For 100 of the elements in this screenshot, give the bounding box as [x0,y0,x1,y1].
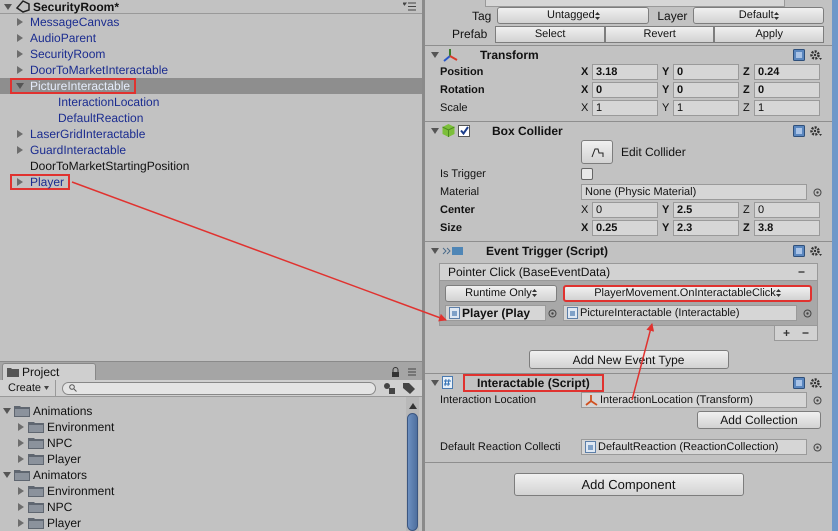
prefab-button[interactable]: Apply [714,26,824,42]
number-field[interactable]: 0 [673,82,739,98]
function-dropdown[interactable]: PlayerMovement.OnInteractableClick [563,284,812,302]
object-picker-icon[interactable] [813,188,822,196]
axis-label: Y [662,64,670,80]
property-label: Scale [440,100,469,116]
expand-arrow-icon[interactable] [17,519,25,527]
expand-arrow-icon[interactable] [16,82,24,90]
create-dropdown[interactable]: Create [2,380,56,396]
hierarchy-item[interactable]: GuardInteractable [10,142,132,158]
prefab-button[interactable]: Select [495,26,605,42]
folder-item[interactable]: Animators [0,467,406,483]
expand-arrow-icon[interactable] [16,178,24,186]
collapse-arrow-icon[interactable] [431,378,439,386]
scrollbar[interactable] [406,397,419,531]
tag-icon[interactable] [402,382,416,394]
hierarchy-item[interactable]: Player [10,174,70,190]
settings-icon[interactable] [809,244,822,256]
hierarchy-item[interactable]: DoorToMarketInteractable [10,62,174,78]
expand-arrow-icon[interactable] [17,455,25,463]
is-trigger-checkbox[interactable] [581,168,593,180]
expand-arrow-icon[interactable] [17,487,25,495]
hierarchy-item[interactable]: MessageCanvas [10,14,126,30]
hierarchy-item[interactable]: SecurityRoom [10,46,112,62]
folder-item[interactable]: NPC [0,435,406,451]
runtime-dropdown[interactable]: Runtime Only [445,284,557,302]
lock-icon[interactable] [391,367,400,377]
number-field[interactable]: 1 [592,100,658,116]
search-field[interactable] [62,382,376,394]
scroll-up-arrow-icon[interactable] [408,403,416,409]
folder-icon [28,501,44,513]
object-picker-icon[interactable] [813,442,822,452]
expand-arrow-icon[interactable] [16,130,24,138]
component-title: Box Collider [491,122,564,140]
expand-arrow-icon[interactable] [16,66,24,74]
object-picker-icon[interactable] [548,308,557,318]
number-field[interactable]: 0.25 [592,220,658,236]
remove-listener-button[interactable]: − [802,324,809,342]
number-field[interactable]: 0 [754,202,820,218]
expand-arrow-icon[interactable] [16,34,24,42]
prefab-button[interactable]: Revert [604,26,714,42]
add-component-button[interactable]: Add Component [514,473,744,496]
expand-arrow-icon[interactable] [3,407,11,415]
hierarchy-item[interactable]: AudioParent [10,30,102,46]
reaction-object-field[interactable]: DefaultReaction (ReactionCollection) [581,439,807,455]
hierarchy-item[interactable]: InteractionLocation [38,94,166,110]
enabled-checkbox[interactable] [458,124,470,136]
settings-icon[interactable] [809,124,822,136]
number-field[interactable]: 1 [673,100,739,116]
collapse-arrow-icon[interactable] [431,126,439,134]
filter-by-type-icon[interactable] [382,382,396,394]
expand-arrow-icon[interactable] [16,18,24,26]
number-field[interactable]: 1 [754,100,820,116]
hierarchy-item[interactable]: DoorToMarketStartingPosition [10,158,196,174]
expand-arrow-icon[interactable] [17,423,25,431]
expand-arrow-icon[interactable] [4,2,12,10]
object-picker-icon[interactable] [813,396,822,404]
hierarchy-item[interactable]: DefaultReaction [38,110,150,126]
layer-dropdown[interactable]: Default [693,7,824,24]
number-field[interactable]: 3.18 [592,64,658,80]
folder-item[interactable]: Environment [0,419,406,435]
number-field[interactable]: 0.24 [754,64,820,80]
material-field[interactable]: None (Physic Material) [581,184,807,200]
number-field[interactable]: 0 [592,82,658,98]
folder-item[interactable]: Environment [0,483,406,499]
settings-icon[interactable] [809,48,822,60]
collapse-arrow-icon[interactable] [431,246,439,254]
expand-arrow-icon[interactable] [3,471,11,479]
hierarchy-item[interactable]: LaserGridInteractable [10,126,152,142]
target-object-field[interactable]: Player (Play [445,305,546,321]
folder-item[interactable]: Player [0,515,406,531]
number-field[interactable]: 2.5 [673,202,739,218]
edit-collider-button[interactable] [581,140,613,164]
axis-label: X [581,220,589,236]
project-tab[interactable]: Project [2,363,96,380]
argument-object-field[interactable]: PictureInteractable (Interactable) [563,305,797,321]
expand-arrow-icon[interactable] [16,146,24,154]
folder-item[interactable]: NPC [0,499,406,515]
remove-event-button[interactable]: − [794,263,809,281]
dropdown-caret-icon [44,386,50,390]
add-collection-button[interactable]: Add Collection [697,411,821,429]
expand-arrow-icon[interactable] [17,503,25,511]
number-field[interactable]: 0 [754,82,820,98]
expand-arrow-icon[interactable] [16,50,24,58]
number-field[interactable]: 2.3 [673,220,739,236]
number-field[interactable]: 0 [673,64,739,80]
folder-icon [7,367,19,377]
menu-icon[interactable] [403,2,416,11]
folder-item[interactable]: Player [0,451,406,467]
transform-object-field[interactable]: InteractionLocation (Transform) [581,392,807,408]
settings-icon[interactable] [809,376,822,388]
collapse-arrow-icon[interactable] [431,50,439,58]
tag-dropdown[interactable]: Untagged [497,7,650,24]
folder-item[interactable]: Animations [0,403,406,419]
expand-arrow-icon[interactable] [17,439,25,447]
number-field[interactable]: 3.8 [754,220,820,236]
object-picker-icon[interactable] [803,308,812,318]
number-field[interactable]: 0 [592,202,658,218]
scrollbar-thumb[interactable] [407,413,418,531]
add-listener-button[interactable]: + [782,324,790,342]
